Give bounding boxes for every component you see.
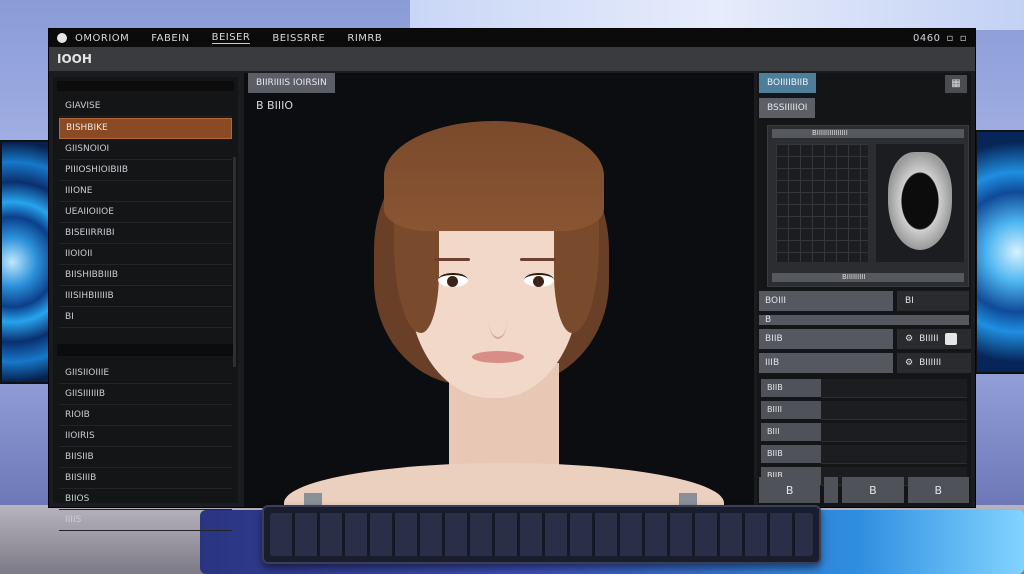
app-logo-icon xyxy=(57,33,67,43)
properties-panel: BOIIIIBIIB ▦ BSSIIIIIOI BIIIIIIIIIIIIIII… xyxy=(757,73,971,507)
uv-grid[interactable] xyxy=(776,144,868,262)
param-slider[interactable] xyxy=(821,445,967,464)
property-toggle[interactable]: ⚙ BIIIII xyxy=(897,329,971,349)
settings-icon: ⚙ xyxy=(905,334,914,344)
param-label[interactable]: BIIII xyxy=(761,401,827,419)
panel-actions: B B B xyxy=(759,477,969,503)
param-label[interactable]: BIIB xyxy=(761,379,827,397)
sidebar-item[interactable]: GIISIIOIIIE xyxy=(59,364,232,384)
viewport-label: B BIIIO xyxy=(256,99,293,112)
background-window xyxy=(410,0,1024,30)
action-button[interactable]: B xyxy=(842,477,904,503)
character-brow-right xyxy=(520,258,556,261)
menu-item[interactable]: RIMRB xyxy=(347,33,382,44)
sidebar-item[interactable]: BI xyxy=(59,308,232,328)
keyboard xyxy=(262,505,821,564)
sidebar-item[interactable]: BIISHIBBIIIB xyxy=(59,266,232,286)
sidebar-item-active[interactable]: BISHBIKE xyxy=(59,118,232,139)
panel-icon[interactable]: ▦ xyxy=(945,75,967,93)
menu-item[interactable]: FABEIN xyxy=(151,33,189,44)
param-slider[interactable] xyxy=(821,379,967,398)
param-label[interactable]: BIII xyxy=(761,423,827,441)
property-value[interactable]: BI xyxy=(897,291,969,311)
face-mesh-view[interactable] xyxy=(876,144,964,262)
property-row: IIIB ⚙ BIIIIII xyxy=(759,353,971,373)
panel-tab[interactable]: BOIIIIBIIB xyxy=(759,73,817,93)
face-mask-icon xyxy=(888,152,952,250)
property-label: BOIII xyxy=(759,291,893,311)
sidebar-item[interactable]: GIAVISE xyxy=(59,97,232,117)
character-brow-left xyxy=(434,258,470,261)
toggle-chip-icon[interactable] xyxy=(944,333,957,345)
sidebar-item[interactable]: RIOIB xyxy=(59,406,232,426)
property-label: BIIB xyxy=(759,329,893,349)
action-button[interactable]: B xyxy=(759,477,821,503)
mesh-preview: BIIIIIIIIIIIIIII BIIIIIIIII xyxy=(767,125,969,287)
sidebar-item[interactable]: IIIIS xyxy=(59,511,232,531)
background-left-monitor xyxy=(0,140,54,384)
param-label[interactable]: BIIB xyxy=(761,445,827,463)
close-icon[interactable]: ▫ xyxy=(960,33,967,44)
minimize-icon[interactable]: ▫ xyxy=(946,33,953,44)
sidebar-item[interactable]: GIISNOIOI xyxy=(59,140,232,160)
menu-item[interactable]: OMORIOM xyxy=(75,33,129,44)
property-dropdown[interactable]: ⚙ BIIIIII xyxy=(897,353,971,373)
character-eye-left xyxy=(438,273,468,287)
sidebar-item[interactable]: BIIOS xyxy=(59,490,232,510)
property-label: B xyxy=(759,315,969,325)
background-right-monitor xyxy=(975,130,1024,374)
mesh-footer: BIIIIIIIII xyxy=(772,273,964,282)
character-nose xyxy=(489,303,507,339)
property-label: IIIB xyxy=(759,353,893,373)
sidebar-item[interactable]: IIISIHBIIIIIB xyxy=(59,287,232,307)
menubar: OMORIOM FABEIN BEISER BEISSRRE RIMRB 046… xyxy=(49,29,975,47)
property-value: BIIIIII xyxy=(919,358,942,368)
app-window: OMORIOM FABEIN BEISER BEISSRRE RIMRB 046… xyxy=(48,28,976,531)
viewport-tab[interactable]: BIIRIIIIS IOIRSIN xyxy=(248,73,335,93)
panel-subtab[interactable]: BSSIIIIIOI xyxy=(759,98,816,118)
sidebar-item[interactable]: UEAIIOIIOE xyxy=(59,203,232,223)
character-hair-top xyxy=(384,121,604,231)
param-slider[interactable] xyxy=(821,401,967,420)
status-area: 0460 ▫ ▫ xyxy=(913,33,967,44)
action-separator xyxy=(824,477,839,503)
sidebar-item[interactable]: PIIIOSHIOIBIIB xyxy=(59,161,232,181)
character-eye-right xyxy=(524,273,554,287)
status-value: 0460 xyxy=(912,32,941,44)
gear-icon: ⚙ xyxy=(905,358,914,368)
menu-item-active[interactable]: BEISER xyxy=(211,32,251,44)
sidebar-item[interactable]: IIOIRIS xyxy=(59,427,232,447)
sidebar-header xyxy=(57,81,234,91)
sidebar-divider xyxy=(57,344,234,356)
mesh-header: BIIIIIIIIIIIIIII xyxy=(772,129,964,138)
property-row: BOIII BI xyxy=(759,291,969,311)
sidebar-item[interactable]: BISEIIRRIBI xyxy=(59,224,232,244)
sidebar: GIAVISE BISHBIKE GIISNOIOI PIIIOSHIOIBII… xyxy=(53,77,238,531)
sidebar-item[interactable]: GIISIIIIIIB xyxy=(59,385,232,405)
property-row: BIIB ⚙ BIIIII xyxy=(759,329,971,349)
character-viewport[interactable]: BIIRIIIIS IOIRSIN B BIIIO xyxy=(244,73,754,507)
sidebar-item[interactable]: IIOIOII xyxy=(59,245,232,265)
character-shoulders xyxy=(284,463,724,507)
window-title: IOOH xyxy=(49,47,975,71)
keyboard-keys xyxy=(270,513,813,556)
character-mouth xyxy=(472,351,524,363)
action-button[interactable]: B xyxy=(907,477,969,503)
sidebar-item[interactable]: IIIONE xyxy=(59,182,232,202)
sidebar-item[interactable]: BIISIIIB xyxy=(59,469,232,489)
sidebar-scrollbar[interactable] xyxy=(233,157,236,367)
property-value: BIIIII xyxy=(919,334,939,344)
sidebar-item[interactable]: BIISIIB xyxy=(59,448,232,468)
menu-item[interactable]: BEISSRRE xyxy=(272,33,325,44)
param-slider[interactable] xyxy=(821,423,967,442)
